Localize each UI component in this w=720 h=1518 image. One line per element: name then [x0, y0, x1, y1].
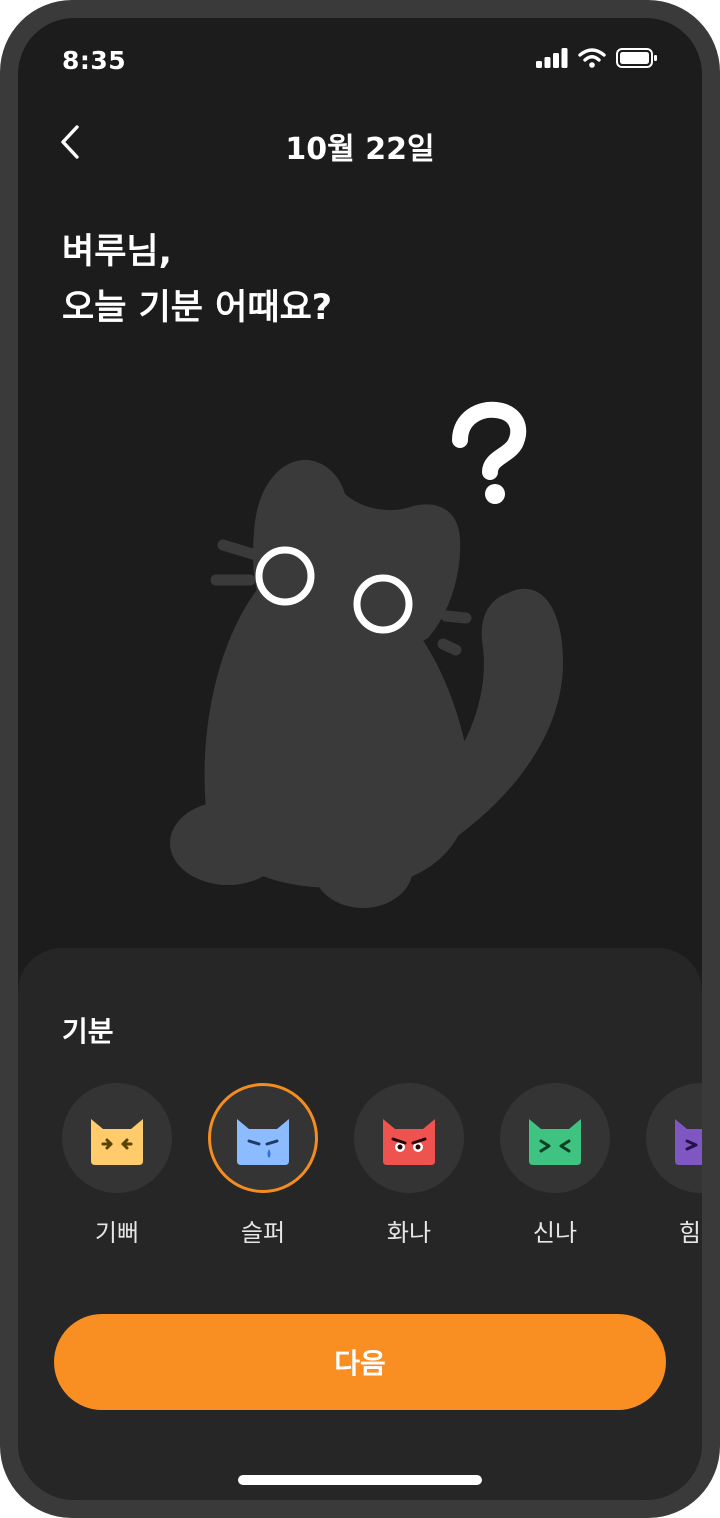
question-line-2: 오늘 기분 어때요? [62, 288, 333, 328]
mood-circle [646, 1083, 702, 1193]
mood-label: 힘들 [678, 1219, 702, 1243]
mood-option-sad[interactable]: 슬퍼 [208, 1083, 318, 1243]
status-time: 8:35 [62, 46, 127, 75]
mood-option-angry[interactable]: 화나 [354, 1083, 464, 1243]
mood-option-tired[interactable]: 힘들 [646, 1083, 702, 1243]
mood-circle [62, 1083, 172, 1193]
happy-cat-icon [91, 1119, 143, 1165]
status-icons [536, 48, 658, 68]
status-bar: 8:35 [18, 18, 702, 108]
signal-icon [536, 48, 568, 68]
mood-option-happy[interactable]: 기뻐 [62, 1083, 172, 1243]
home-indicator [238, 1475, 482, 1485]
mood-question: 벼루님, 오늘 기분 어때요? [62, 224, 332, 336]
next-button[interactable]: 다음 [54, 1314, 666, 1410]
battery-icon [616, 48, 657, 68]
header: 10월 22일 [18, 114, 702, 174]
mood-circle [354, 1083, 464, 1193]
angry-cat-icon [383, 1119, 435, 1165]
mood-list[interactable]: 기뻐 슬퍼 화나 신나 힘 [18, 1083, 702, 1243]
mood-label: 화나 [386, 1219, 432, 1243]
tired-cat-icon [675, 1119, 702, 1165]
device-frame: 8:35 10월 22일 벼루님, 오늘 기분 어때요? 기분 기뻐 슬퍼 화나… [0, 0, 720, 1518]
mood-circle-selected [208, 1083, 318, 1193]
wifi-icon [578, 48, 606, 68]
excited-cat-icon [529, 1119, 581, 1165]
mood-label: 신나 [532, 1219, 578, 1243]
mood-sheet-title: 기분 [62, 1015, 114, 1048]
cat-illustration [170, 401, 563, 908]
question-line-1: 벼루님, [62, 232, 172, 272]
mood-sheet: 기분 기뻐 슬퍼 화나 신나 힘 [18, 948, 702, 1500]
screen: 8:35 10월 22일 벼루님, 오늘 기분 어때요? 기분 기뻐 슬퍼 화나… [18, 18, 702, 1500]
mood-label: 기뻐 [94, 1219, 140, 1243]
mood-circle [500, 1083, 610, 1193]
mood-option-excited[interactable]: 신나 [500, 1083, 610, 1243]
sad-cat-icon [237, 1119, 289, 1165]
page-title: 10월 22일 [285, 132, 435, 167]
mood-label: 슬퍼 [240, 1219, 286, 1243]
